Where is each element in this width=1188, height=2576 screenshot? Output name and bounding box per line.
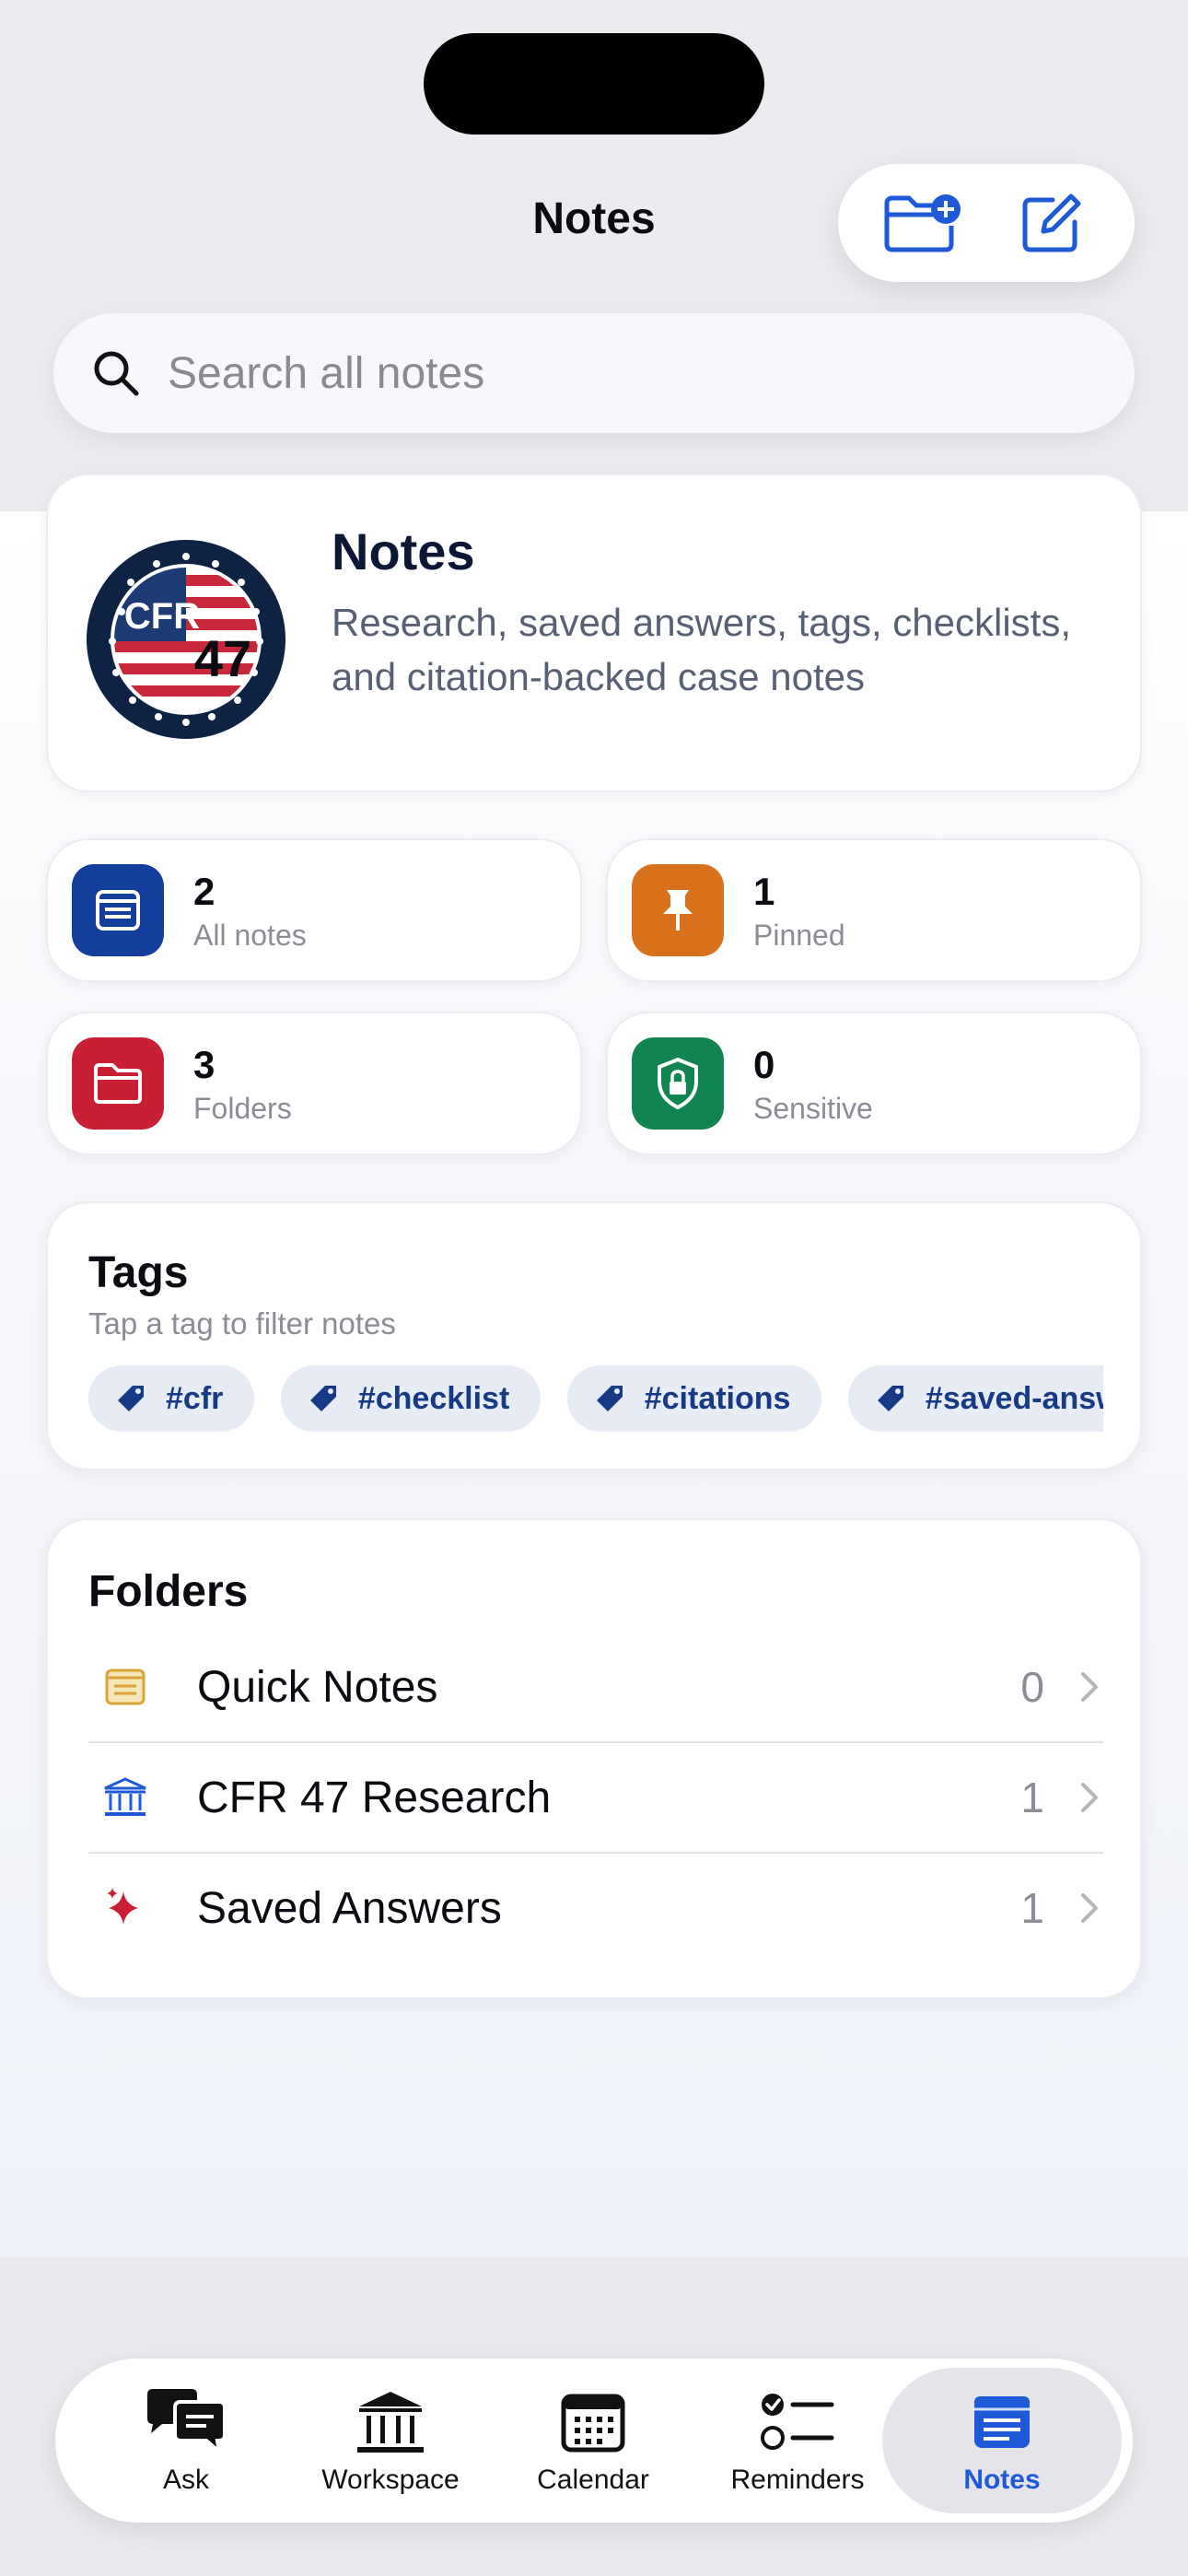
stat-label: All notes [193, 918, 307, 952]
folder-row-cfr-47-research[interactable]: CFR 47 Research 1 [88, 1743, 1103, 1852]
stat-value: 1 [753, 869, 775, 913]
tab-label: Ask [162, 2465, 209, 2495]
tag-chip[interactable]: #checklist [280, 1365, 542, 1432]
folders-card: Folders Quick Notes 0 CFR 47 Research 1 … [46, 1518, 1142, 1999]
tab-workspace[interactable]: Workspace [289, 2368, 492, 2513]
hero-subtitle: Research, saved answers, tags, checklist… [332, 601, 1072, 698]
folder-count: 0 [1020, 1663, 1044, 1711]
note-icon [88, 1650, 162, 1724]
chevron-right-icon [1081, 1672, 1098, 1702]
tab-label: Calendar [537, 2465, 649, 2495]
notes-hero-card: CFR 47 Notes Research, saved answers, ta… [46, 474, 1142, 792]
tab-label: Reminders [730, 2465, 865, 2495]
tag-chip[interactable]: #saved-answers [847, 1365, 1103, 1432]
folder-name: CFR 47 Research [197, 1773, 552, 1822]
compose-icon [1022, 193, 1080, 252]
stat-all-notes[interactable]: 2 All notes [46, 838, 582, 982]
tab-reminders[interactable]: Reminders [696, 2368, 899, 2513]
tags-subtitle: Tap a tag to filter notes [88, 1306, 396, 1341]
tag-chip[interactable]: #citations [566, 1365, 822, 1432]
tab-bar: Ask Workspace Calendar Reminders Notes [55, 2359, 1133, 2523]
dynamic-island [424, 33, 764, 135]
tab-label: Workspace [321, 2465, 460, 2495]
hero-title: Notes [332, 522, 475, 580]
tags-card: Tags Tap a tag to filter notes #cfr #che… [46, 1201, 1142, 1470]
stat-folders[interactable]: 3 Folders [46, 1012, 582, 1155]
stat-label: Pinned [753, 918, 845, 952]
compose-note-button[interactable] [1006, 177, 1098, 269]
tags-title: Tags [88, 1248, 189, 1297]
notes-icon [956, 2385, 1048, 2459]
folder-count: 1 [1020, 1884, 1044, 1932]
search-bar[interactable] [53, 313, 1135, 433]
building-columns-icon [88, 1761, 162, 1834]
folder-name: Quick Notes [197, 1662, 438, 1712]
tag-label: #saved-answers [925, 1380, 1103, 1416]
lock-shield-icon [632, 1037, 724, 1130]
folder-row-quick-notes[interactable]: Quick Notes 0 [88, 1633, 1103, 1741]
tab-notes[interactable]: Notes [882, 2368, 1122, 2513]
folders-title: Folders [88, 1567, 249, 1616]
search-icon [94, 351, 139, 396]
tab-label: Notes [963, 2465, 1041, 2495]
tab-ask[interactable]: Ask [85, 2368, 287, 2513]
document-icon [72, 864, 164, 956]
new-folder-button[interactable] [876, 177, 968, 269]
nav-action-group [838, 164, 1135, 282]
logo-text: CFR [124, 596, 200, 637]
tag-label: #citations [644, 1380, 791, 1416]
calendar-icon [547, 2385, 639, 2459]
folder-row-saved-answers[interactable]: Saved Answers 1 [88, 1854, 1103, 1962]
tag-icon [596, 1386, 623, 1411]
chevron-right-icon [1081, 1783, 1098, 1812]
stat-value: 3 [193, 1042, 215, 1086]
pin-icon [632, 864, 724, 956]
stat-label: Sensitive [753, 1091, 873, 1125]
folder-count: 1 [1020, 1774, 1044, 1821]
folder-name: Saved Answers [197, 1883, 502, 1933]
folder-icon [72, 1037, 164, 1130]
stat-label: Folders [193, 1091, 292, 1125]
folder-plus-icon [884, 194, 961, 252]
stat-value: 0 [753, 1042, 775, 1086]
logo-number: 47 [194, 629, 251, 687]
tag-label: #checklist [357, 1380, 510, 1416]
tag-chip[interactable]: #cfr [88, 1365, 255, 1432]
checklist-icon [751, 2385, 844, 2459]
building-columns-icon [344, 2385, 437, 2459]
cfr-47-seal-logo: CFR 47 [87, 540, 285, 739]
search-input[interactable] [168, 347, 996, 399]
tag-icon [877, 1386, 903, 1411]
tag-icon [118, 1386, 144, 1411]
tag-chip-list[interactable]: #cfr #checklist #citations #saved-answer… [88, 1365, 1103, 1435]
tag-label: #cfr [166, 1380, 224, 1416]
stat-pinned[interactable]: 1 Pinned [606, 838, 1142, 982]
tag-icon [309, 1386, 336, 1411]
stat-sensitive[interactable]: 0 Sensitive [606, 1012, 1142, 1155]
stat-value: 2 [193, 869, 215, 913]
chevron-right-icon [1081, 1893, 1098, 1923]
chat-bubbles-icon [140, 2385, 232, 2459]
sparkles-icon [88, 1871, 162, 1945]
tab-calendar[interactable]: Calendar [492, 2368, 694, 2513]
